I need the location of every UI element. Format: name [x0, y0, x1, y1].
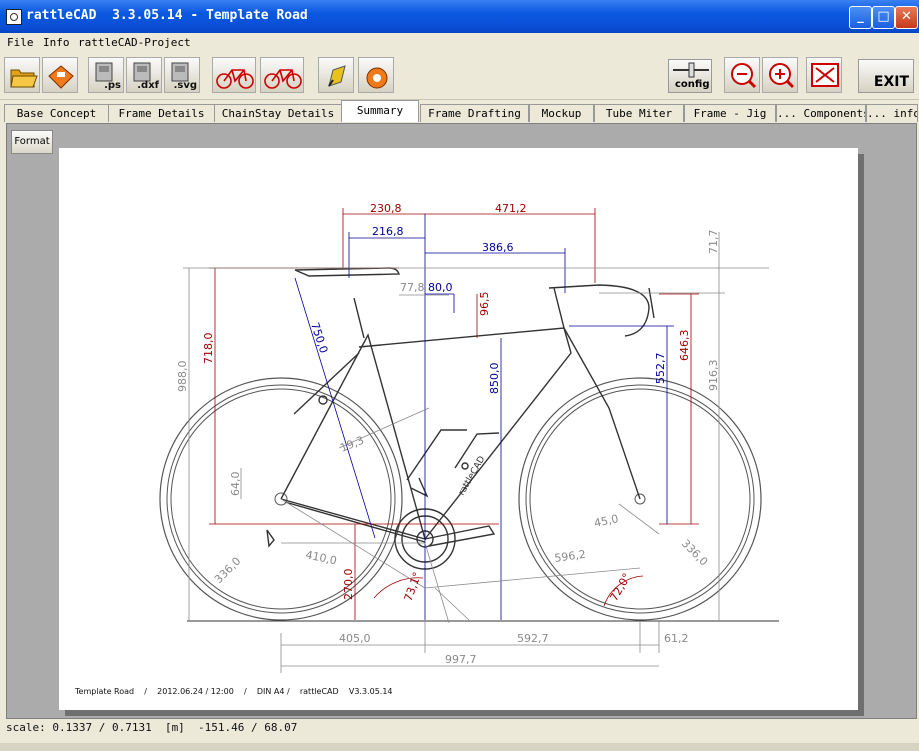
pen-icon — [328, 65, 346, 87]
bike-drawing: rattleCAD 230,8 471,2 216,8 386,6 71,7 7… — [159, 202, 779, 673]
dim-471-2: 471,2 — [495, 202, 527, 215]
exit-button[interactable]: EXIT — [858, 59, 914, 93]
dim-916-3: 916,3 — [707, 360, 720, 392]
ps-label: .ps — [104, 80, 121, 91]
tab-info[interactable]: ... info — [866, 104, 918, 122]
config-label: config — [675, 79, 710, 90]
dim-77-8: 77,8 — [400, 281, 425, 294]
tab-chainstay-details[interactable]: ChainStay Details — [214, 104, 342, 122]
config-button[interactable]: config — [668, 59, 712, 93]
dim-405-0: 405,0 — [339, 632, 371, 645]
save-button[interactable] — [42, 57, 78, 93]
open-button[interactable] — [4, 57, 40, 93]
drawing-sheet: rattleCAD 230,8 471,2 216,8 386,6 71,7 7… — [59, 148, 858, 710]
minimize-button[interactable]: _ — [849, 6, 872, 29]
dim-270-0: 270,0 — [342, 569, 355, 601]
toolbar: .ps .dxf .svg config EXIT — [0, 53, 919, 100]
menu-bar: File Info rattleCAD-Project — [0, 33, 919, 53]
fit-view-button[interactable] — [806, 57, 842, 93]
bike-reference-button[interactable] — [212, 57, 256, 93]
window-title: rattleCAD 3.3.05.14 - Template Road — [26, 8, 308, 23]
tab-mockup[interactable]: Mockup — [529, 104, 594, 122]
dxf-label: .dxf — [137, 80, 159, 91]
dim-19-3: 19,3 — [338, 434, 366, 455]
tab-tube-miter[interactable]: Tube Miter — [594, 104, 684, 122]
open-folder-icon — [10, 69, 38, 88]
menu-info[interactable]: Info — [43, 36, 70, 49]
dim-718-0: 718,0 — [202, 333, 215, 365]
dim-336-left: 336,0 — [212, 555, 243, 586]
dim-988-0: 988,0 — [176, 361, 189, 393]
dim-80-0: 80,0 — [428, 281, 453, 294]
maximize-button[interactable]: □ — [872, 6, 895, 29]
window-titlebar[interactable]: rattleCAD 3.3.05.14 - Template Road _ □ … — [0, 0, 919, 33]
close-button[interactable]: ✕ — [895, 6, 918, 29]
dim-336-right: 336,0 — [679, 537, 710, 568]
fit-icon — [811, 63, 839, 87]
red-dimension-lines — [209, 208, 699, 620]
export-svg-button[interactable]: .svg — [164, 57, 200, 93]
tab-components[interactable]: ... Components — [776, 104, 866, 122]
pen-button[interactable] — [318, 57, 354, 93]
frame-brand-label: rattleCAD — [457, 455, 488, 498]
tab-frame-jig[interactable]: Frame - Jig — [684, 104, 776, 122]
zoom-out-button[interactable] — [724, 57, 760, 93]
tab-frame-drafting[interactable]: Frame Drafting — [420, 104, 529, 122]
dim-71-7: 71,7 — [707, 230, 720, 255]
window-bottom-edge — [0, 743, 919, 751]
dim-64-0: 64,0 — [229, 472, 242, 497]
tab-summary[interactable]: Summary — [341, 100, 419, 122]
bike-compare-icon — [264, 69, 302, 89]
drawing-canvas[interactable]: Format rattleCAD 230,8 471,2 216,8 386,6… — [6, 123, 917, 719]
tab-base-concept[interactable]: Base Concept — [4, 104, 109, 122]
zoom-in-icon — [769, 63, 795, 89]
export-dxf-button[interactable]: .dxf — [126, 57, 162, 93]
dim-96-5: 96,5 — [478, 292, 491, 317]
drawing-footer: Template Road / 2012.06.24 / 12:00 / DIN… — [75, 687, 393, 696]
dim-61-2: 61,2 — [664, 632, 689, 645]
dim-850-0: 850,0 — [488, 363, 501, 395]
tab-bar: Base Concept Frame Details ChainStay Det… — [0, 99, 919, 123]
app-icon — [6, 9, 22, 25]
tab-frame-details[interactable]: Frame Details — [108, 104, 215, 122]
zoom-out-icon — [731, 63, 757, 89]
svg-label: .svg — [173, 80, 197, 91]
bike-render-icon — [366, 67, 388, 89]
dim-552-7: 552,7 — [654, 353, 667, 385]
dim-216-8: 216,8 — [372, 225, 404, 238]
gray-dimension-lines — [183, 232, 769, 673]
dim-750-0: 750,0 — [308, 321, 330, 355]
bike-compare-button[interactable] — [260, 57, 304, 93]
save-icon — [48, 65, 74, 89]
dim-596-2: 596,2 — [554, 548, 587, 565]
bike-render-button[interactable] — [358, 57, 394, 93]
menu-file[interactable]: File — [7, 36, 34, 49]
dim-646-3: 646,3 — [678, 330, 691, 362]
dim-386-6: 386,6 — [482, 241, 514, 254]
dim-45-0: 45,0 — [593, 512, 620, 530]
dim-592-7: 592,7 — [517, 632, 549, 645]
dim-997-7: 997,7 — [445, 653, 477, 666]
bike-reference-icon — [216, 69, 254, 89]
dim-410-0: 410,0 — [304, 548, 338, 567]
export-ps-button[interactable]: .ps — [88, 57, 124, 93]
menu-project[interactable]: rattleCAD-Project — [78, 36, 191, 49]
format-button[interactable]: Format — [11, 130, 53, 154]
status-bar: scale: 0.1337 / 0.7131 [m] -151.46 / 68.… — [6, 721, 298, 734]
dim-72-0: 72,0° — [607, 571, 633, 603]
zoom-in-button[interactable] — [762, 57, 798, 93]
dim-230-8: 230,8 — [370, 202, 402, 215]
slider-icon — [673, 62, 709, 78]
